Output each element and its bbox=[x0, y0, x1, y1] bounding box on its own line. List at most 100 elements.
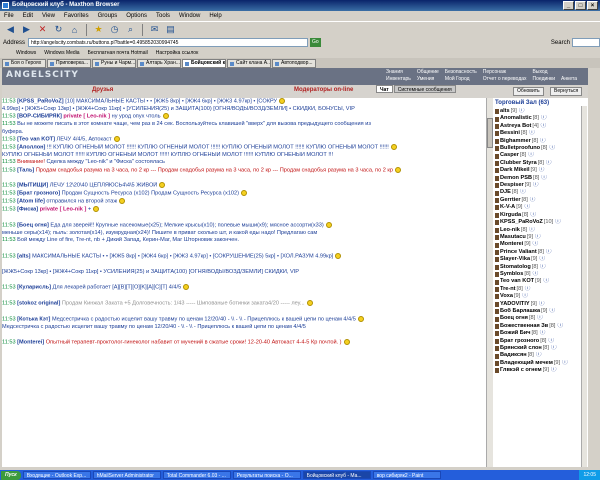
close-button[interactable]: × bbox=[587, 1, 598, 10]
return-button[interactable]: Вернуться bbox=[550, 87, 583, 96]
browser-tab-active[interactable]: Бойцовский клуб bbox=[182, 58, 226, 68]
user-row[interactable]: Bighammer [8] ⓘ bbox=[495, 138, 581, 145]
user-info-icon[interactable]: ⓘ bbox=[540, 138, 546, 145]
user-row[interactable]: K-V-A [9] ⓘ bbox=[495, 204, 581, 211]
home-icon[interactable]: ⌂ bbox=[68, 23, 81, 36]
nav-item[interactable]: Общение bbox=[417, 69, 439, 75]
nav-item[interactable]: Мой Город bbox=[445, 76, 477, 82]
user-info-icon[interactable]: ⓘ bbox=[530, 197, 536, 204]
taskbar-item[interactable]: Total Commander 6.03 - ... bbox=[162, 471, 231, 479]
user-row[interactable]: YADOVITIY [9] ⓘ bbox=[495, 301, 581, 308]
user-row[interactable]: alts [9] ⓘ bbox=[495, 108, 581, 115]
message-nick[interactable]: [Teo van KOT] bbox=[17, 136, 55, 142]
browser-tab[interactable]: Приповерка... bbox=[47, 58, 91, 68]
user-nick[interactable]: Slayer-Vika bbox=[500, 256, 530, 263]
message-nick[interactable]: [Боец огня] bbox=[17, 223, 49, 229]
history-icon[interactable]: ◷ bbox=[108, 23, 121, 36]
user-info-icon[interactable]: ⓘ bbox=[539, 167, 545, 174]
user-info-icon[interactable]: ⓘ bbox=[525, 286, 531, 293]
user-nick[interactable]: Voxa bbox=[500, 293, 513, 300]
user-info-icon[interactable]: ⓘ bbox=[562, 360, 568, 367]
user-nick[interactable]: Брянский слон bbox=[500, 345, 542, 352]
user-row[interactable]: KPSS_PaRoVoZ [10] ⓘ bbox=[495, 219, 581, 226]
address-input[interactable]: http://angelscity.combats.ru/buttons.pl?… bbox=[28, 38, 308, 47]
nav-item[interactable]: Выход bbox=[533, 69, 556, 75]
user-nick[interactable]: Symblos bbox=[500, 271, 523, 278]
message-nick[interactable]: [stokoz original] bbox=[17, 300, 60, 306]
user-nick[interactable]: Clubber Styra bbox=[500, 160, 537, 167]
user-nick[interactable]: Prince Valiant bbox=[500, 249, 537, 256]
user-row[interactable]: DJE [8] ⓘ bbox=[495, 189, 581, 196]
user-row[interactable]: Prince Valiant [8] ⓘ bbox=[495, 249, 581, 256]
user-row[interactable]: Despiser [9] ⓘ bbox=[495, 182, 581, 189]
user-row[interactable]: Брат грозного [8] ⓘ bbox=[495, 338, 581, 345]
user-row[interactable]: Voxa [9] ⓘ bbox=[495, 293, 581, 300]
user-row[interactable]: Божий Бич [8] ⓘ bbox=[495, 330, 581, 337]
taskbar-item[interactable]: вор сибиряк2 - Paint bbox=[372, 471, 441, 479]
minimize-button[interactable]: _ bbox=[563, 1, 574, 10]
user-info-icon[interactable]: ⓘ bbox=[541, 123, 547, 130]
user-row[interactable]: Gerrtier [8] ⓘ bbox=[495, 197, 581, 204]
user-info-icon[interactable]: ⓘ bbox=[520, 189, 526, 196]
user-info-icon[interactable]: ⓘ bbox=[535, 234, 541, 241]
menu-window[interactable]: Window bbox=[179, 13, 200, 19]
user-info-icon[interactable]: ⓘ bbox=[539, 301, 545, 308]
favorites-icon[interactable]: ★ bbox=[92, 23, 105, 36]
user-nick[interactable]: Tre-nt bbox=[500, 286, 516, 293]
user-nick[interactable]: YADOVITIY bbox=[500, 301, 530, 308]
user-nick[interactable]: Gerrtier bbox=[500, 197, 521, 204]
user-nick[interactable]: Владеющий мечем bbox=[500, 360, 553, 367]
user-row[interactable]: Teo van KOT [9] ⓘ bbox=[495, 278, 581, 285]
user-nick[interactable]: Astreya Bot bbox=[500, 123, 531, 130]
browser-tab[interactable]: Сайт клана А... bbox=[227, 58, 271, 68]
user-info-icon[interactable]: ⓘ bbox=[536, 352, 542, 359]
message-nick[interactable]: [alts] bbox=[17, 253, 30, 259]
user-info-icon[interactable]: ⓘ bbox=[539, 256, 545, 263]
user-info-icon[interactable]: ⓘ bbox=[529, 227, 535, 234]
user-nick[interactable]: Monterei bbox=[500, 241, 523, 248]
link-customize[interactable]: Настройка ссылок bbox=[156, 50, 199, 56]
user-row[interactable]: Monterei [9] ⓘ bbox=[495, 241, 581, 248]
user-nick[interactable]: DJE bbox=[500, 189, 511, 196]
message-nick[interactable]: [Monterei] bbox=[17, 340, 44, 346]
message-nick[interactable]: [МЫТИЩИ] bbox=[17, 183, 48, 189]
message-nick[interactable]: [Фиска] bbox=[17, 207, 38, 213]
user-nick[interactable]: Teo van KOT bbox=[500, 278, 534, 285]
message-nick[interactable]: [Котька Кэт] bbox=[17, 316, 50, 322]
user-row[interactable]: Slayer-Vika [9] ⓘ bbox=[495, 256, 581, 263]
menu-edit[interactable]: Edit bbox=[23, 13, 33, 19]
user-nick[interactable]: Dark Mikeil bbox=[500, 167, 530, 174]
menu-file[interactable]: File bbox=[4, 13, 14, 19]
menu-favorites[interactable]: Favorites bbox=[64, 13, 89, 19]
user-nick[interactable]: Bessini bbox=[500, 130, 520, 137]
user-nick[interactable]: Вадиксян bbox=[500, 352, 527, 359]
user-row[interactable]: Kirguda [8] ⓘ bbox=[495, 212, 581, 219]
user-info-icon[interactable]: ⓘ bbox=[533, 241, 539, 248]
mail-icon[interactable]: ✉ bbox=[148, 23, 161, 36]
user-nick[interactable]: K-V-A bbox=[500, 204, 515, 211]
browser-tab[interactable]: Автоподвор... bbox=[272, 58, 316, 68]
message-nick[interactable]: [Аполлон] bbox=[17, 144, 45, 150]
menu-tools[interactable]: Tools bbox=[156, 13, 170, 19]
user-info-icon[interactable]: ⓘ bbox=[541, 175, 547, 182]
nav-item[interactable]: Умения bbox=[417, 76, 439, 82]
user-nick[interactable]: Masutacu bbox=[500, 234, 526, 241]
user-row[interactable]: Боец огня [8] ⓘ bbox=[495, 315, 581, 322]
user-row[interactable]: Leo-nik [8] ⓘ bbox=[495, 227, 581, 234]
message-nick[interactable]: [ВОР-СИБИРЯК] bbox=[17, 114, 62, 120]
user-info-icon[interactable]: ⓘ bbox=[533, 182, 539, 189]
refresh-icon[interactable]: ↻ bbox=[52, 23, 65, 36]
user-info-icon[interactable]: ⓘ bbox=[546, 249, 552, 256]
user-info-icon[interactable]: ⓘ bbox=[549, 145, 555, 152]
menu-groups[interactable]: Groups bbox=[98, 13, 118, 19]
tab-system-messages[interactable]: Системные сообщения bbox=[393, 85, 456, 93]
user-nick[interactable]: Stomatolog bbox=[500, 264, 531, 271]
user-nick[interactable]: Божий Бич bbox=[500, 330, 530, 337]
user-nick[interactable]: Bighammer bbox=[500, 138, 531, 145]
user-info-icon[interactable]: ⓘ bbox=[543, 278, 549, 285]
user-row[interactable]: Anomalistic [8] ⓘ bbox=[495, 115, 581, 122]
browser-tab[interactable]: Боя о Героях bbox=[2, 58, 46, 68]
search-icon[interactable]: ⌕ bbox=[124, 23, 137, 36]
nav-item[interactable]: Отчет о переводах bbox=[483, 76, 527, 82]
user-info-icon[interactable]: ⓘ bbox=[537, 315, 543, 322]
